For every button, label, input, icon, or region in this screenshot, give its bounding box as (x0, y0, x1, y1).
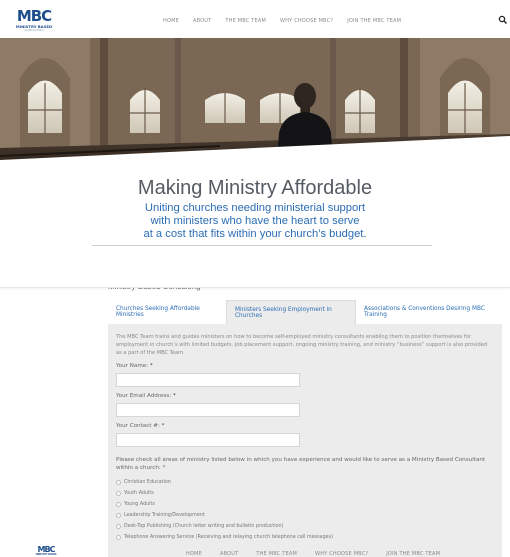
hero-image (0, 38, 510, 173)
option-label: Leadership Training/Development (124, 513, 205, 518)
tab-bar: Churches Seeking Affordable Ministries M… (108, 300, 502, 324)
sticky-nav-team[interactable]: THE MBC TEAM (256, 551, 297, 557)
option-label: Telephone Answering Service (Receiving a… (124, 535, 333, 540)
panel-description: The MBC Team trains and guides ministers… (116, 334, 488, 356)
ministry-areas-question-text: Please check all areas of ministry liste… (116, 457, 486, 471)
hero-subtitle-line-3: at a cost that fits within your church’s… (143, 228, 367, 240)
option-label: Desk-Top Publishing (Church letter writi… (124, 524, 284, 529)
checkbox[interactable] (116, 480, 121, 485)
nav-join[interactable]: JOIN THE MBC TEAM (347, 18, 401, 24)
contact-label: Your Contact #: * (116, 423, 494, 429)
nav-team[interactable]: THE MBC TEAM (225, 18, 266, 24)
nav-home[interactable]: HOME (163, 18, 179, 24)
contact-label-text: Your Contact #: (116, 423, 160, 429)
option-youth-adults[interactable]: Youth Adults (116, 488, 494, 499)
sticky-nav-why[interactable]: WHY CHOOSE MBC? (315, 551, 368, 557)
sticky-menu: HOME ABOUT THE MBC TEAM WHY CHOOSE MBC? … (186, 551, 458, 557)
nav-about[interactable]: ABOUT (193, 18, 211, 24)
sticky-navbar: MBC MINISTRY BASED HOME ABOUT THE MBC TE… (0, 272, 510, 557)
hero-title: Making Ministry Affordable (137, 177, 373, 199)
tab-churches[interactable]: Churches Seeking Affordable Ministries (108, 300, 226, 324)
option-telephone-answering[interactable]: Telephone Answering Service (Receiving a… (116, 532, 494, 543)
ministry-areas-list: Christian Education Youth Adults Young A… (116, 477, 494, 543)
name-label-text: Your Name: (116, 363, 149, 369)
checkbox[interactable] (116, 535, 121, 540)
name-label: Your Name: * (116, 363, 494, 369)
logo-mark: MBC (16, 7, 52, 25)
sticky-nav-home[interactable]: HOME (186, 551, 202, 557)
ministry-areas-required-mark: * (162, 465, 166, 471)
tab-associations[interactable]: Associations & Conventions Desiring MBC … (356, 300, 502, 324)
sticky-logo[interactable]: MBC MINISTRY BASED (34, 546, 58, 556)
hero-subtitle-line-2: with ministers who have the heart to ser… (150, 215, 360, 227)
hero-subtitle: Uniting churches needing ministerial sup… (0, 202, 510, 241)
site-logo[interactable]: MBC MINISTRY BASED CONSULTING (12, 9, 56, 32)
sticky-nav-join[interactable]: JOIN THE MBC TEAM (386, 551, 440, 557)
checkbox[interactable] (116, 502, 121, 507)
hero-subtitle-line-1: Uniting churches needing ministerial sup… (144, 202, 366, 214)
email-input[interactable] (116, 403, 300, 417)
checkbox[interactable] (116, 513, 121, 518)
checkbox[interactable] (116, 524, 121, 529)
option-leadership[interactable]: Leadership Training/Development (116, 510, 494, 521)
ministry-areas-question: Please check all areas of ministry liste… (116, 456, 494, 472)
option-christian-education[interactable]: Christian Education (116, 477, 494, 488)
option-label: Youth Adults (124, 491, 154, 496)
sticky-nav-about[interactable]: ABOUT (220, 551, 238, 557)
email-label: Your Email Address: * (116, 393, 494, 399)
option-young-adults[interactable]: Young Adults (116, 499, 494, 510)
checkbox[interactable] (116, 491, 121, 496)
sticky-logo-line-1: MINISTRY BASED (35, 553, 57, 556)
tab-ministers[interactable]: Ministers Seeking Employment in Churches (226, 300, 356, 324)
nav-why[interactable]: WHY CHOOSE MBC? (280, 18, 333, 24)
main-menu: HOME ABOUT THE MBC TEAM WHY CHOOSE MBC? … (163, 18, 415, 24)
contact-input[interactable] (116, 433, 300, 447)
section-divider (92, 245, 432, 246)
name-required-mark: * (149, 363, 153, 369)
option-desktop-publishing[interactable]: Desk-Top Publishing (Church letter writi… (116, 521, 494, 532)
option-label: Christian Education (124, 480, 171, 485)
search-icon[interactable] (498, 15, 508, 25)
top-navbar: MBC MINISTRY BASED CONSULTING HOME ABOUT… (0, 0, 510, 42)
email-required-mark: * (172, 393, 176, 399)
option-label: Young Adults (124, 502, 155, 507)
email-label-text: Your Email Address: (116, 393, 172, 399)
logo-line-2: CONSULTING (24, 27, 44, 32)
contact-required-mark: * (161, 423, 165, 429)
tab-panel-ministers: The MBC Team trains and guides ministers… (108, 324, 502, 557)
name-input[interactable] (116, 373, 300, 387)
